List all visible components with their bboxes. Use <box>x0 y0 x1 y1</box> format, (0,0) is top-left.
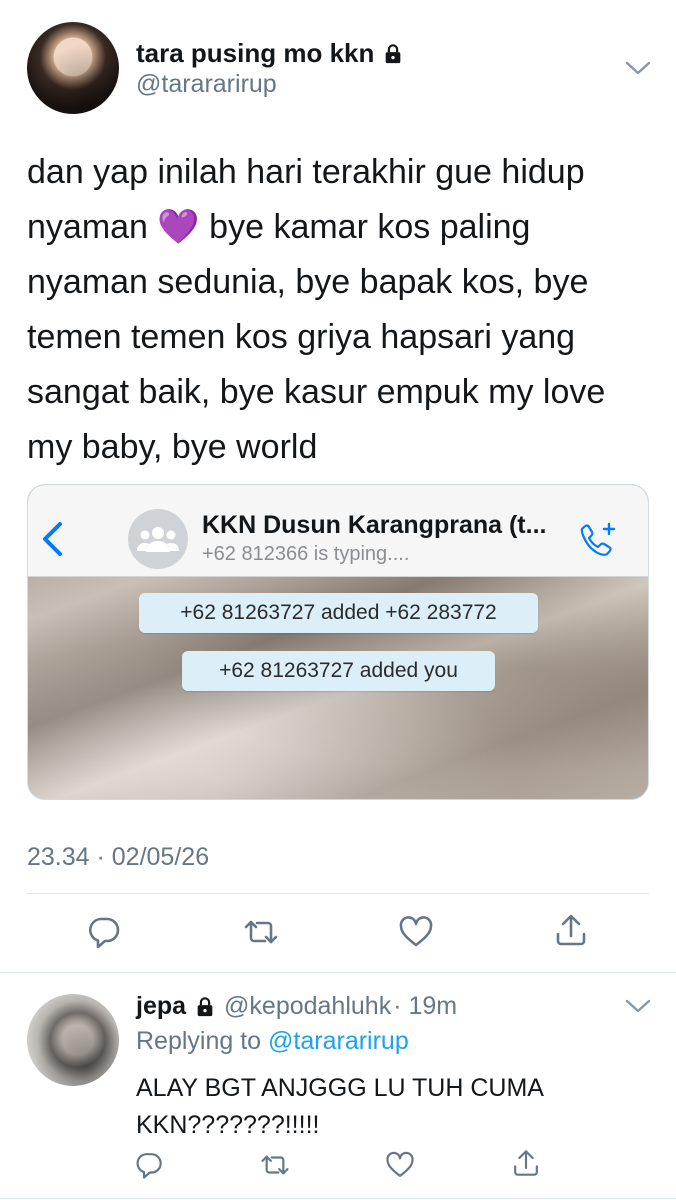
chat-status: +62 812366 is typing.... <box>202 543 410 565</box>
reply-icon[interactable] <box>86 914 122 950</box>
system-message: +62 81263727 added you <box>182 651 495 691</box>
reply-author-row[interactable]: jepa @kepodahluhk · 19m <box>136 992 457 1021</box>
retweet-icon[interactable] <box>243 914 279 950</box>
group-icon <box>128 509 188 569</box>
chevron-down-icon[interactable] <box>625 998 651 1014</box>
reply-icon[interactable] <box>134 1150 164 1180</box>
divider <box>0 1198 676 1199</box>
replying-to: Replying to @tarararirup <box>136 1027 409 1056</box>
replying-handle-link[interactable]: @tarararirup <box>268 1027 409 1055</box>
replying-prefix: Replying to <box>136 1027 262 1055</box>
tweet-text: dan yap inilah hari terakhir gue hidup n… <box>27 153 606 466</box>
share-icon[interactable] <box>511 1148 541 1178</box>
author-avatar[interactable] <box>27 22 119 114</box>
lock-icon <box>386 43 401 63</box>
reply-time: · 19m <box>393 992 458 1020</box>
like-icon[interactable] <box>385 1150 415 1180</box>
reply-avatar[interactable] <box>27 994 119 1086</box>
author-name[interactable]: tara pusing mo kkn <box>136 38 374 69</box>
chat-header: KKN Dusun Karangprana (t... +62 812366 i… <box>28 485 648 577</box>
reply-text: ALAY BGT ANJGGG LU TUH CUMA KKN???????!!… <box>136 1074 543 1139</box>
retweet-icon[interactable] <box>260 1150 290 1180</box>
system-message: +62 81263727 added +62 283772 <box>139 593 538 633</box>
author-name-row[interactable]: tara pusing mo kkn <box>136 38 404 69</box>
reply-author-handle[interactable]: @kepodahluhk <box>224 992 391 1021</box>
tweet-image[interactable]: KKN Dusun Karangprana (t... +62 812366 i… <box>27 484 649 800</box>
reply-author-name[interactable]: jepa <box>136 992 186 1021</box>
chevron-down-icon[interactable] <box>625 60 651 76</box>
divider <box>27 893 649 894</box>
divider <box>0 972 676 973</box>
like-icon[interactable] <box>398 914 434 950</box>
back-icon <box>43 522 62 556</box>
chat-title: KKN Dusun Karangprana (t... <box>202 511 547 539</box>
add-call-icon <box>580 522 616 556</box>
tweet-timestamp[interactable]: 23.34 · 02/05/26 <box>27 843 209 872</box>
share-icon[interactable] <box>553 912 589 948</box>
lock-icon <box>197 996 213 1016</box>
author-handle[interactable]: @tarararirup <box>136 70 277 99</box>
